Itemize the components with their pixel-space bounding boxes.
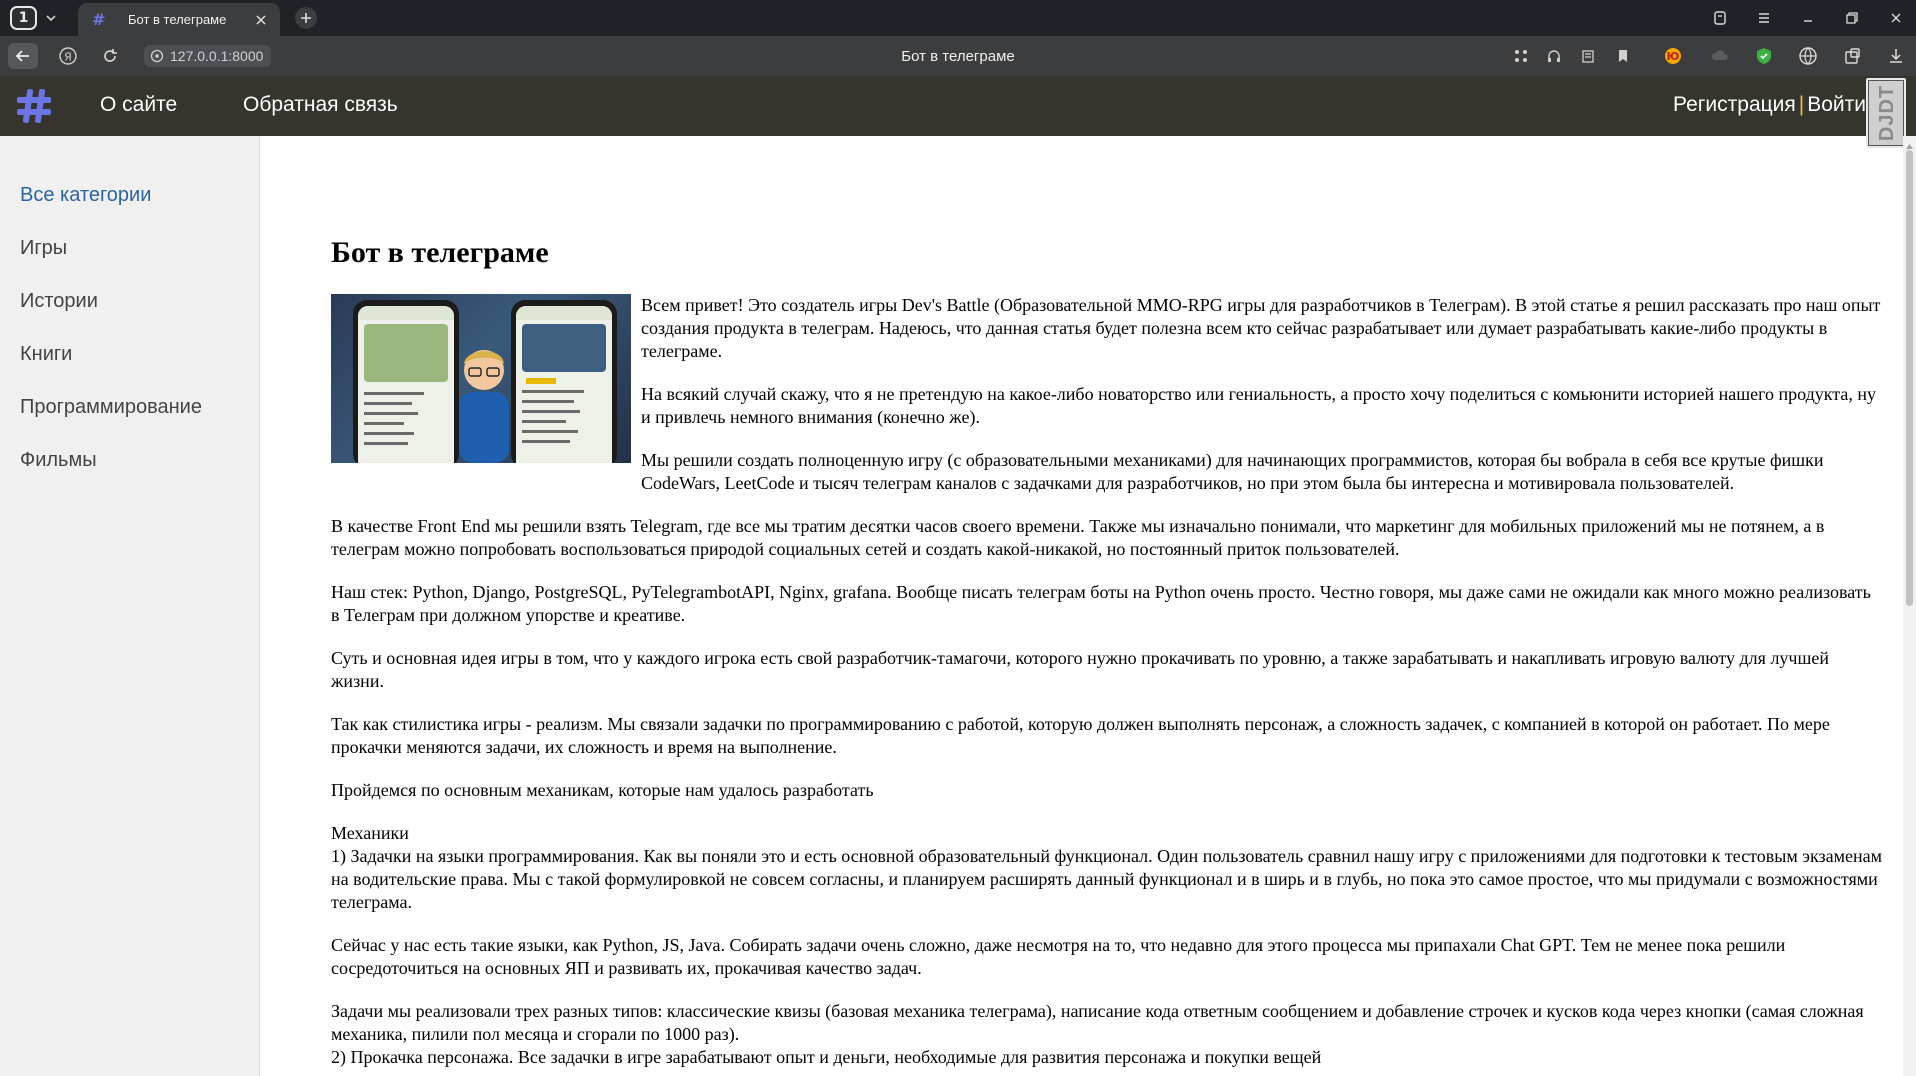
close-window-icon[interactable] [1886, 8, 1906, 28]
minimize-icon[interactable] [1798, 8, 1818, 28]
article-paragraph: Наш стек: Python, Django, PostgreSQL, Py… [331, 582, 1871, 625]
article-paragraph: Так как стилистика игры - реализм. Мы св… [331, 714, 1830, 757]
mechanics-item-1: 1) Задачки на языки программирования. Ка… [331, 846, 1883, 912]
phone-mockup-right [511, 300, 617, 463]
register-link[interactable]: Регистрация [1673, 93, 1796, 116]
reload-icon[interactable] [96, 43, 124, 69]
svg-text:Ю: Ю [1667, 50, 1680, 63]
new-tab-button[interactable] [295, 7, 317, 29]
browser-tab[interactable]: # Бот в телеграме [78, 3, 280, 36]
article-paragraph: Суть и основная идея игры в том, что у к… [331, 648, 1829, 691]
cloud-icon[interactable] [1710, 46, 1730, 66]
back-button[interactable] [8, 43, 38, 69]
auth-links: Регистрация | Войти [1673, 93, 1866, 117]
debug-toolbar-label: DJDT [1875, 84, 1898, 142]
browser-address-bar: Я 127.0.0.1:8000 Бот в телеграме Ю [0, 36, 1916, 76]
article-content: Бот в телеграме Всем привет! Это создате… [331, 136, 1883, 1076]
nav-feedback[interactable]: Обратная связь [243, 93, 398, 117]
collections-icon[interactable] [1710, 8, 1730, 28]
mechanics-section: Механики 1) Задачки на языки программиров… [331, 822, 1883, 914]
avatar-character-illustration [459, 350, 509, 463]
apps-icon[interactable] [1511, 46, 1531, 66]
extension-orange-icon[interactable]: Ю [1663, 46, 1683, 66]
article-image [331, 294, 631, 463]
category-sidebar: Все категории Игры Истории Книги Програм… [0, 136, 260, 1076]
extensions-icon[interactable] [1842, 46, 1862, 66]
mechanics-item-2: 2) Прокачка персонажа. Все задачки в игр… [331, 1047, 1322, 1067]
site-header: О сайте Обратная связь Регистрация | Войти [0, 76, 1916, 136]
tab-title: Бот в телеграме [128, 12, 227, 27]
download-icon[interactable] [1886, 46, 1906, 66]
yandex-icon[interactable]: Я [54, 43, 82, 69]
article-body: Всем привет! Это создатель игры Dev's Ba… [331, 294, 1883, 1076]
menu-icon[interactable] [1754, 8, 1774, 28]
article-paragraph: Пройдемся по основным механикам, которые… [331, 780, 874, 800]
sidebar-item-books[interactable]: Книги [20, 343, 72, 366]
url-field[interactable]: 127.0.0.1:8000 [144, 45, 272, 67]
url-text: 127.0.0.1:8000 [170, 48, 264, 64]
auth-separator: | [1798, 93, 1805, 116]
phone-mockup-left [353, 300, 459, 463]
svg-text:Я: Я [64, 51, 72, 64]
sidebar-item-all-categories[interactable]: Все категории [20, 184, 151, 207]
sidebar-item-movies[interactable]: Фильмы [20, 449, 97, 472]
article-paragraph: Сейчас у нас есть такие языки, как Pytho… [331, 935, 1786, 978]
close-icon[interactable] [254, 12, 268, 26]
site-info-icon[interactable] [150, 49, 164, 63]
article-paragraph: Задачи мы реализовали трех разных типов:… [331, 1000, 1883, 1069]
reader-icon[interactable] [1578, 46, 1598, 66]
sidebar-item-stories[interactable]: Истории [20, 290, 98, 313]
hash-favicon-icon: # [92, 10, 106, 29]
shield-icon[interactable] [1754, 46, 1774, 66]
globe-icon[interactable] [1798, 46, 1818, 66]
bookmark-icon[interactable] [1613, 46, 1633, 66]
tab-counter[interactable]: 1 [10, 6, 37, 30]
chevron-down-icon[interactable] [42, 9, 60, 27]
nav-about[interactable]: О сайте [100, 93, 177, 117]
mechanics-heading: Механики [331, 823, 409, 843]
restore-icon[interactable] [1842, 8, 1862, 28]
sidebar-item-programming[interactable]: Программирование [20, 396, 202, 419]
article-title: Бот в телеграме [331, 236, 549, 269]
site-logo-hash-icon[interactable] [14, 86, 54, 126]
scrollbar-thumb[interactable] [1906, 150, 1913, 606]
scroll-up-arrow-icon[interactable] [1905, 138, 1914, 149]
page-scrollbar[interactable] [1903, 136, 1916, 1076]
article-paragraph: В качестве Front End мы решили взять Tel… [331, 516, 1825, 559]
sidebar-item-games[interactable]: Игры [20, 237, 67, 260]
article-paragraph-text: Задачи мы реализовали трех разных типов:… [331, 1001, 1864, 1044]
browser-tab-strip: 1 # Бот в телеграме [0, 0, 1916, 36]
headphones-icon[interactable] [1544, 46, 1564, 66]
